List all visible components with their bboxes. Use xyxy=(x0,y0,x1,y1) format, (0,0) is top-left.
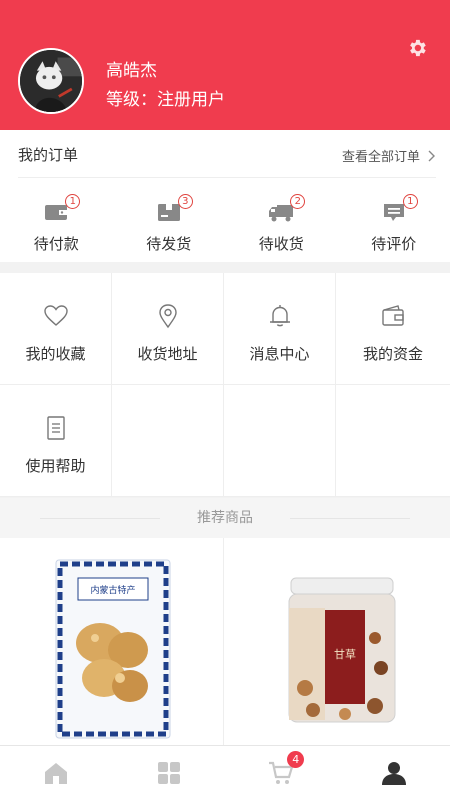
user-icon xyxy=(381,762,406,785)
order-count-badge: 2 xyxy=(290,194,306,209)
home-icon xyxy=(45,763,68,784)
category-icon xyxy=(157,762,180,784)
order-status-label: 待收货 xyxy=(258,235,304,253)
order-pending-payment[interactable]: 1 待付款 xyxy=(0,179,113,262)
tab-profile[interactable] xyxy=(338,746,450,800)
order-count-badge: 3 xyxy=(177,194,193,209)
avatar[interactable] xyxy=(18,48,84,114)
funds-button[interactable]: 我的资金 xyxy=(336,273,450,385)
order-count-badge: 1 xyxy=(65,194,81,209)
service-grid: 我的收藏 收货地址 消息中心 我的资金 使用帮助 xyxy=(0,273,450,497)
user-level: 等级：注册用户 xyxy=(106,90,225,110)
empty-cell xyxy=(336,385,450,497)
messages-button[interactable]: 消息中心 xyxy=(224,273,336,385)
view-all-orders-link[interactable]: 查看全部订单 xyxy=(342,146,436,165)
gear-icon[interactable] xyxy=(406,37,428,59)
location-pin-icon xyxy=(155,303,181,329)
service-label: 使用帮助 xyxy=(25,457,86,475)
orders-title: 我的订单 xyxy=(18,146,79,164)
tab-category[interactable] xyxy=(113,746,226,800)
product-card[interactable]: 内蒙古特产 xyxy=(0,538,224,745)
order-pending-review[interactable]: 1 待评价 xyxy=(338,179,450,262)
chevron-right-icon xyxy=(428,150,435,161)
divider xyxy=(290,518,410,519)
service-label: 我的收藏 xyxy=(25,345,86,363)
product-package-text: 内蒙古特产 xyxy=(90,584,135,596)
cart-count-badge: 4 xyxy=(287,751,305,768)
tab-home[interactable] xyxy=(0,746,113,800)
empty-cell xyxy=(224,385,336,497)
order-pending-receipt[interactable]: 2 待收货 xyxy=(225,179,338,262)
recommend-title: 推荐商品 xyxy=(197,510,253,526)
product-image: 甘草 xyxy=(288,577,396,723)
recommend-section-header: 推荐商品 xyxy=(0,498,450,538)
help-button[interactable]: 使用帮助 xyxy=(0,385,112,497)
order-status-label: 待付款 xyxy=(33,235,79,253)
heart-icon xyxy=(43,303,69,329)
service-label: 消息中心 xyxy=(249,345,310,363)
tab-cart[interactable]: 4 xyxy=(225,746,338,800)
orders-panel: 我的订单 查看全部订单 1 待付款 3 待发货 2 待收货 1 待评价 xyxy=(0,130,450,262)
order-count-badge: 1 xyxy=(402,194,418,209)
view-all-label: 查看全部订单 xyxy=(341,150,420,165)
document-icon xyxy=(43,415,69,441)
service-label: 收货地址 xyxy=(137,345,198,363)
order-status-row: 1 待付款 3 待发货 2 待收货 1 待评价 xyxy=(0,179,450,262)
empty-cell xyxy=(112,385,224,497)
product-image: 内蒙古特产 xyxy=(55,559,171,739)
user-name: 高皓杰 xyxy=(106,61,157,81)
product-list: 内蒙古特产 甘草 xyxy=(0,538,450,745)
orders-header: 我的订单 查看全部订单 xyxy=(18,130,436,178)
product-package-text: 甘草 xyxy=(334,648,356,661)
product-card[interactable]: 甘草 xyxy=(225,538,449,745)
service-label: 我的资金 xyxy=(362,345,423,363)
address-button[interactable]: 收货地址 xyxy=(112,273,224,385)
order-status-label: 待评价 xyxy=(371,235,417,253)
wallet-icon xyxy=(380,303,406,329)
order-status-label: 待发货 xyxy=(146,235,192,253)
divider xyxy=(40,518,160,519)
profile-header: 高皓杰 等级：注册用户 xyxy=(0,0,450,130)
favorites-button[interactable]: 我的收藏 xyxy=(0,273,112,385)
order-pending-shipment[interactable]: 3 待发货 xyxy=(113,179,226,262)
bottom-tab-bar: 4 xyxy=(0,745,450,800)
bell-icon xyxy=(267,303,293,329)
